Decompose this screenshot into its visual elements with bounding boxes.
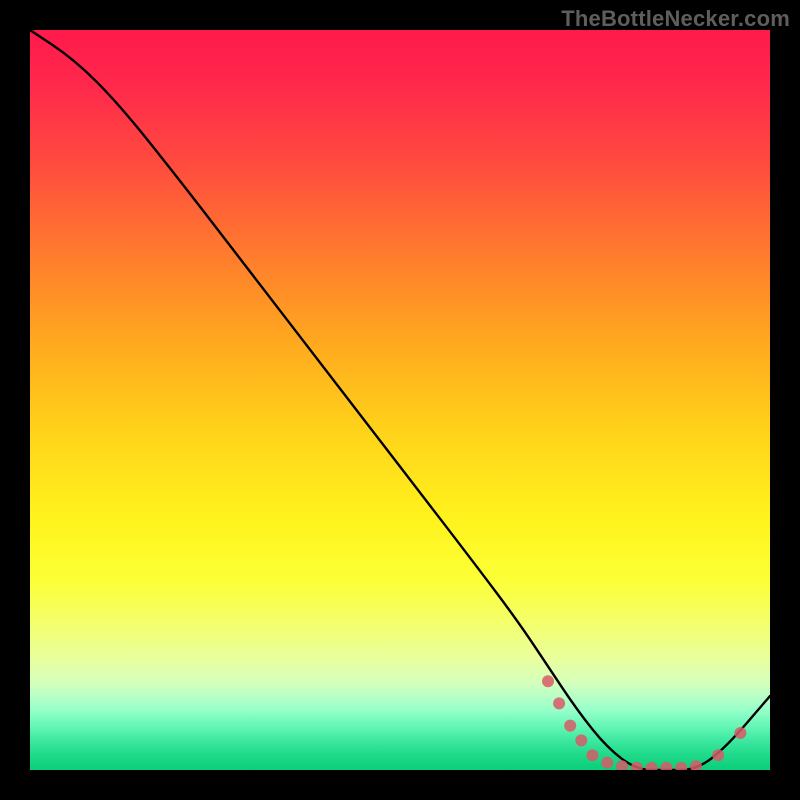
chart-frame: TheBottleNecker.com <box>0 0 800 800</box>
curve-marker <box>660 762 672 770</box>
curve-marker <box>553 697 565 709</box>
curve-marker <box>564 720 576 732</box>
curve-marker <box>690 760 702 770</box>
watermark-text: TheBottleNecker.com <box>561 6 790 32</box>
curve-marker <box>601 757 613 769</box>
bottleneck-curve <box>30 30 770 770</box>
curve-marker <box>646 762 658 770</box>
curve-markers <box>542 675 746 770</box>
curve-marker <box>586 749 598 761</box>
curve-marker <box>575 734 587 746</box>
curve-marker <box>675 762 687 770</box>
curve-marker <box>542 675 554 687</box>
plot-container <box>30 30 770 770</box>
curve-marker <box>712 749 724 761</box>
curve-svg <box>30 30 770 770</box>
curve-marker <box>631 762 643 770</box>
curve-marker <box>734 727 746 739</box>
